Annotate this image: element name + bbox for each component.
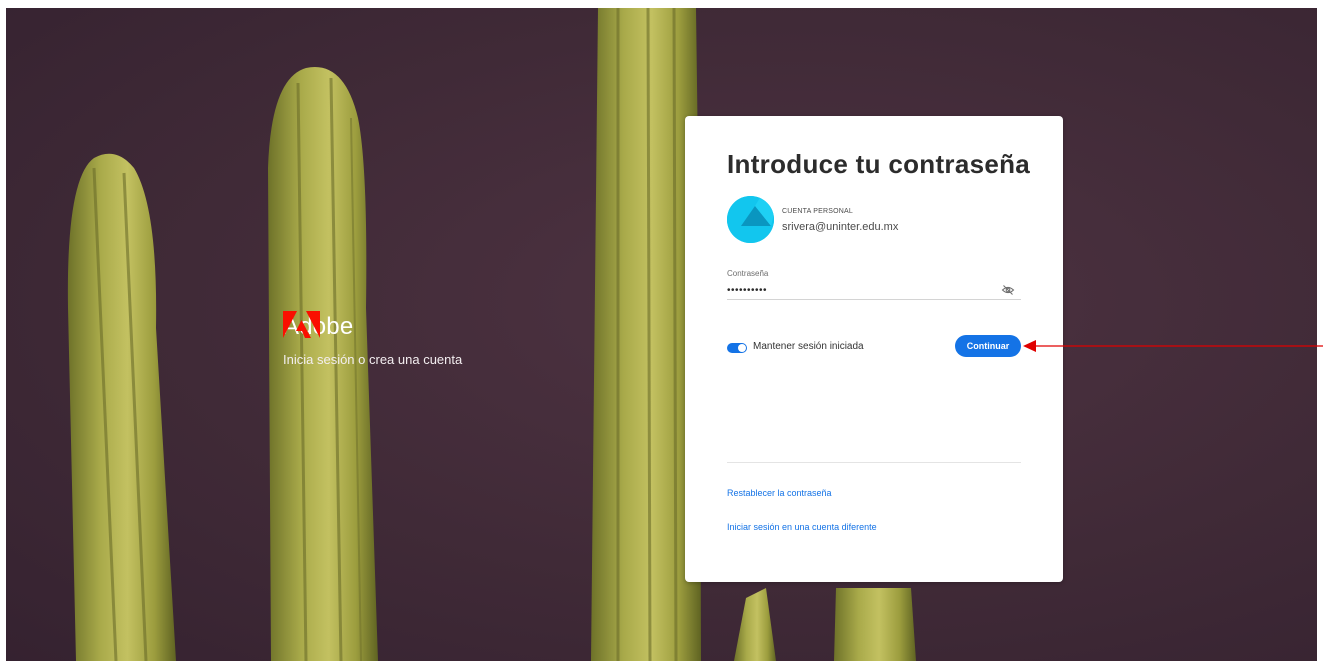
background-image: Adobe Inicia sesión o crea una cuenta [6,8,1317,661]
cactus-illustration [67,8,916,661]
password-label: Contraseña [727,269,769,278]
brand-block: Adobe Inicia sesión o crea una cuenta [283,311,462,367]
password-field[interactable] [727,281,1021,300]
reset-password-link[interactable]: Restablecer la contraseña [727,488,832,498]
continue-button[interactable]: Continuar [955,335,1021,357]
adobe-logo-icon [283,311,320,338]
keep-signed-in-label: Mantener sesión iniciada [753,341,864,352]
account-type: CUENTA PERSONAL [782,208,853,215]
avatar [727,196,774,243]
signin-card: Introduce tu contraseña CUENTA PERSONAL … [685,116,1063,582]
divider [727,462,1021,463]
page-title: Introduce tu contraseña [727,149,1031,179]
keep-signed-in-toggle[interactable] [727,343,747,353]
account-email: srivera@uninter.edu.mx [782,221,899,233]
toggle-knob [738,344,746,352]
eye-slash-icon[interactable] [1001,283,1015,297]
brand-tagline: Inicia sesión o crea una cuenta [283,352,463,367]
other-account-link[interactable]: Iniciar sesión en una cuenta diferente [727,522,877,532]
avatar-shape-icon [727,196,774,243]
